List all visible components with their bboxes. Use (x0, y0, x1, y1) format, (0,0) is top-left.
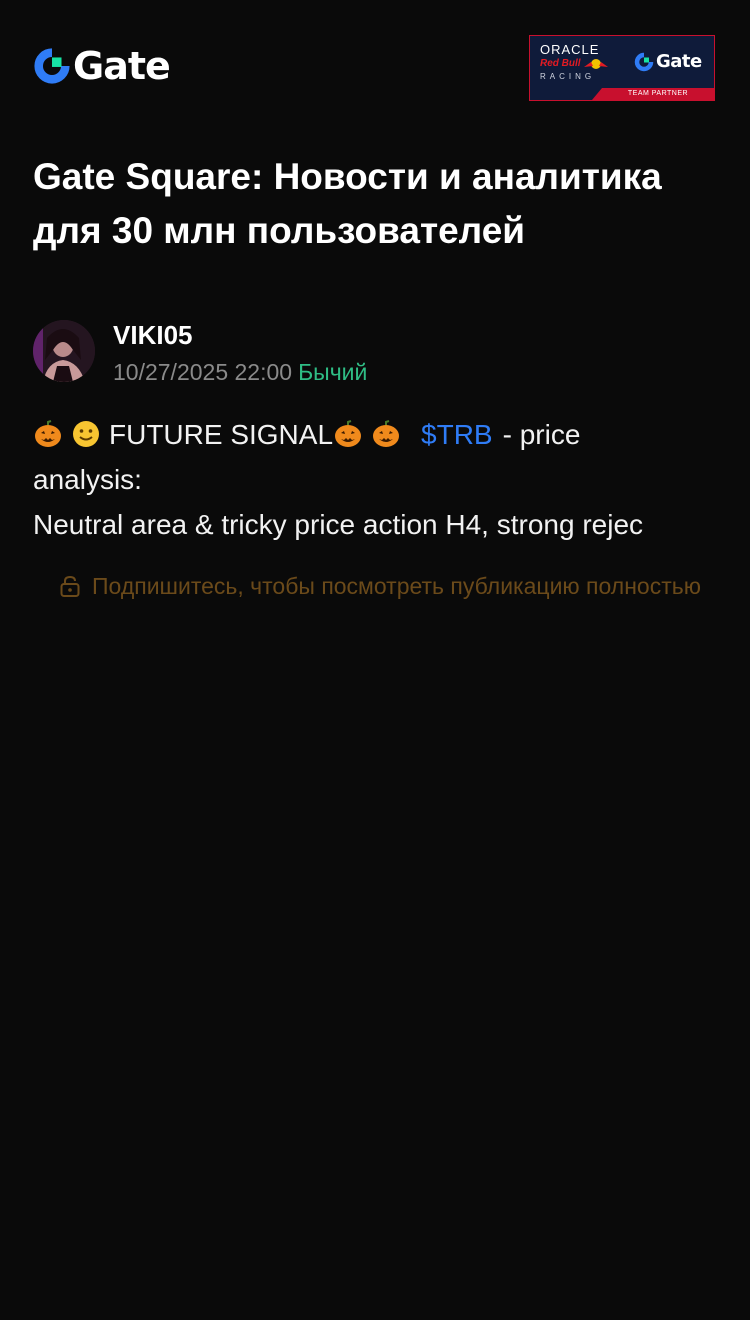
sentiment-badge: Бычий (298, 359, 368, 385)
post-author: VIKI05 10/27/2025 22:00 Бычий (33, 320, 723, 386)
page-title: Gate Square: Новости и аналитика для 30 … (33, 156, 662, 251)
partner-gate-logo: Gate (634, 51, 702, 72)
subscribe-notice[interactable]: Подпишитесь, чтобы посмотреть публикацию… (58, 570, 750, 602)
post-line-3: Neutral area & tricky price action H4, s… (33, 509, 644, 540)
pumpkin-icon (373, 420, 400, 447)
gate-logo[interactable]: Gate (33, 44, 171, 88)
lock-icon (60, 575, 80, 597)
post-line-1: FUTURE SIGNAL $TRB - price (33, 412, 750, 457)
partner-oracle-text: ORACLE (540, 42, 600, 57)
signal-text: FUTURE SIGNAL (109, 419, 334, 450)
gate-logo-icon (34, 47, 71, 84)
avatar-image (33, 320, 95, 382)
subscribe-text: Подпишитесь, чтобы посмотреть публикацию… (92, 573, 701, 599)
partner-redbull-text: Red Bull (540, 58, 581, 69)
post-meta: 10/27/2025 22:00 Бычий (113, 358, 367, 386)
logo-text: Gate (73, 44, 171, 88)
ticker-link[interactable]: $TRB (421, 419, 493, 450)
partner-badge[interactable]: ORACLE Red Bull RACING Gate TEAM PARTNER (529, 35, 715, 101)
post-line-2: analysis: (33, 464, 142, 495)
page: Gate ORACLE Red Bull RACING Gate TEAM PA… (0, 0, 750, 1320)
partner-gate-text: Gate (656, 51, 702, 72)
post-body: FUTURE SIGNAL $TRB - price analysis: Neut… (33, 412, 750, 547)
partner-team-logo: ORACLE Red Bull RACING (540, 43, 618, 83)
pumpkin-icon (335, 420, 362, 447)
partner-racing-text: RACING (540, 72, 596, 81)
gate-logo-icon (634, 51, 654, 71)
bull-icon (583, 59, 608, 69)
post-text-after-ticker: - price (502, 419, 581, 450)
smile-icon (73, 421, 99, 447)
avatar[interactable] (33, 320, 95, 382)
header: Gate ORACLE Red Bull RACING Gate TEAM PA… (0, 0, 750, 120)
post-timestamp: 10/27/2025 22:00 (113, 359, 293, 385)
pumpkin-icon (35, 420, 61, 447)
partner-redbull: Red Bull (540, 58, 618, 70)
author-name[interactable]: VIKI05 (113, 320, 193, 350)
team-partner-strip: TEAM PARTNER (592, 88, 714, 100)
